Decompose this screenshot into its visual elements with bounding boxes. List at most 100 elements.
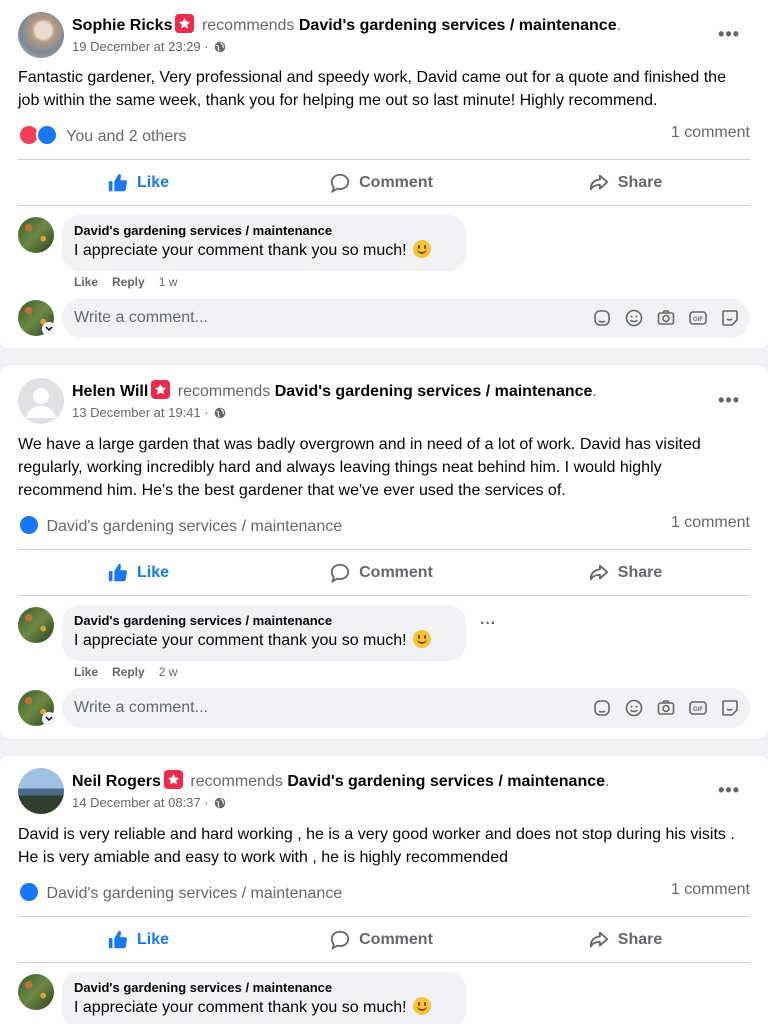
comment-age[interactable]: 2 w xyxy=(159,665,178,679)
post-header-line: Neil Rogers recommends David's gardening… xyxy=(72,770,609,791)
post-actions: Like Comment Share xyxy=(18,163,750,203)
divider xyxy=(18,916,750,917)
smiley-emoji-icon xyxy=(413,240,432,258)
commenter-name[interactable]: David's gardening services / maintenance xyxy=(74,613,454,628)
reactions-summary[interactable]: You and 2 others xyxy=(18,124,187,146)
comment-text: I appreciate your comment thank you so m… xyxy=(74,240,454,260)
emoji-icon[interactable] xyxy=(624,698,644,718)
sticker-icon[interactable] xyxy=(720,698,740,718)
comment-item: David's gardening services / maintenance… xyxy=(18,605,750,685)
write-comment-row: Write a comment... GIF xyxy=(18,298,750,340)
divider xyxy=(18,159,750,160)
chevron-down-icon[interactable] xyxy=(42,322,56,336)
comment-like-link[interactable]: Like xyxy=(74,275,98,289)
share-arrow-icon xyxy=(589,931,608,948)
camera-icon[interactable] xyxy=(656,698,676,718)
emoji-icon[interactable] xyxy=(624,308,644,328)
recommends-text: recommends xyxy=(177,383,271,400)
commenter-avatar[interactable] xyxy=(18,607,54,643)
comment-count[interactable]: 1 comment xyxy=(671,124,750,142)
post-timestamp[interactable]: 13 December at 19:41 · xyxy=(72,405,226,420)
comment-age[interactable]: 1 w xyxy=(159,275,178,289)
recommend-star-badge-icon xyxy=(151,380,171,399)
more-options-icon[interactable]: ••• xyxy=(718,780,740,801)
share-button[interactable]: Share xyxy=(505,163,745,203)
divider xyxy=(18,549,750,550)
comment-actions: Like Reply 2 w xyxy=(74,665,177,679)
share-button[interactable]: Share xyxy=(505,920,745,960)
comment-item: David's gardening services / maintenance… xyxy=(18,215,750,295)
comment-text: I appreciate your comment thank you so m… xyxy=(74,997,454,1017)
reactions-summary[interactable]: David's gardening services / maintenance xyxy=(18,881,342,903)
like-button[interactable]: Like xyxy=(18,920,258,960)
page-name-link[interactable]: David's gardening services / maintenance xyxy=(275,383,593,400)
post-card: Helen Will recommends David's gardening … xyxy=(0,366,768,738)
reactions-summary[interactable]: David's gardening services / maintenance xyxy=(18,514,342,536)
smiley-emoji-icon xyxy=(413,997,432,1015)
more-options-icon[interactable]: ••• xyxy=(718,24,740,45)
camera-icon[interactable] xyxy=(656,308,676,328)
gif-icon[interactable]: GIF xyxy=(688,698,708,718)
recommends-text: recommends xyxy=(201,17,295,34)
post-header: Sophie Ricks recommends David's gardenin… xyxy=(18,12,768,60)
gif-icon[interactable]: GIF xyxy=(688,308,708,328)
comment-count[interactable]: 1 comment xyxy=(671,514,750,532)
chevron-down-icon[interactable] xyxy=(42,712,56,726)
post-header: Helen Will recommends David's gardening … xyxy=(18,378,768,426)
commenter-avatar[interactable] xyxy=(18,974,54,1010)
post-text: We have a large garden that was badly ov… xyxy=(18,436,701,499)
globe-icon xyxy=(214,407,226,419)
comment-reply-link[interactable]: Reply xyxy=(112,275,145,289)
like-button[interactable]: Like xyxy=(18,553,258,593)
post-text: Fantastic gardener, Very professional an… xyxy=(18,69,726,109)
share-button[interactable]: Share xyxy=(505,553,745,593)
page-name-link[interactable]: David's gardening services / maintenance xyxy=(287,773,605,790)
recommend-star-badge-icon xyxy=(175,14,195,33)
like-reaction-icon xyxy=(36,124,58,146)
comment-tools: GIF xyxy=(592,308,740,328)
comment-button[interactable]: Comment xyxy=(261,163,501,203)
comment-like-link[interactable]: Like xyxy=(74,665,98,679)
comment-button[interactable]: Comment xyxy=(261,553,501,593)
post-card: Sophie Ricks recommends David's gardenin… xyxy=(0,0,768,348)
comment-reply-link[interactable]: Reply xyxy=(112,665,145,679)
author-name[interactable]: Sophie Ricks xyxy=(72,17,172,34)
comment-input[interactable]: Write a comment... GIF xyxy=(62,298,750,338)
comment-count[interactable]: 1 comment xyxy=(671,881,750,899)
more-options-icon[interactable]: ••• xyxy=(718,390,740,411)
share-arrow-icon xyxy=(589,564,608,581)
page-name-link[interactable]: David's gardening services / maintenance xyxy=(299,17,617,34)
comment-input[interactable]: Write a comment... GIF xyxy=(62,688,750,728)
author-name[interactable]: Neil Rogers xyxy=(72,773,161,790)
divider xyxy=(18,595,750,596)
comment-input-placeholder: Write a comment... xyxy=(74,309,208,326)
divider xyxy=(18,205,750,206)
avatar-sticker-icon[interactable] xyxy=(592,308,612,328)
like-button[interactable]: Like xyxy=(18,163,258,203)
smiley-emoji-icon xyxy=(413,630,432,648)
recommends-text: recommends xyxy=(190,773,283,790)
commenter-name[interactable]: David's gardening services / maintenance xyxy=(74,980,454,995)
author-avatar[interactable] xyxy=(18,378,64,424)
post-timestamp[interactable]: 14 December at 08:37 · xyxy=(72,795,226,810)
globe-icon xyxy=(214,797,226,809)
default-avatar-icon xyxy=(26,388,56,418)
comment-text: I appreciate your comment thank you so m… xyxy=(74,630,454,650)
author-avatar[interactable] xyxy=(18,12,64,58)
author-avatar[interactable] xyxy=(18,768,64,814)
speech-bubble-icon xyxy=(330,930,350,951)
commenter-name[interactable]: David's gardening services / maintenance xyxy=(74,223,454,238)
sticker-icon[interactable] xyxy=(720,308,740,328)
comment-more-options-icon[interactable]: ··· xyxy=(480,615,496,633)
post-timestamp[interactable]: 19 December at 23:29 · xyxy=(72,39,226,54)
avatar-sticker-icon[interactable] xyxy=(592,698,612,718)
commenter-avatar[interactable] xyxy=(18,217,54,253)
comment-tools: GIF xyxy=(592,698,740,718)
comment-button[interactable]: Comment xyxy=(261,920,501,960)
post-actions: Like Comment Share xyxy=(18,553,750,593)
comment-bubble: David's gardening services / maintenance… xyxy=(62,972,466,1024)
post-header: Neil Rogers recommends David's gardening… xyxy=(18,768,768,816)
reactions-row: You and 2 others 1 comment xyxy=(18,124,750,148)
svg-text:GIF: GIF xyxy=(693,317,703,323)
author-name[interactable]: Helen Will xyxy=(72,383,148,400)
